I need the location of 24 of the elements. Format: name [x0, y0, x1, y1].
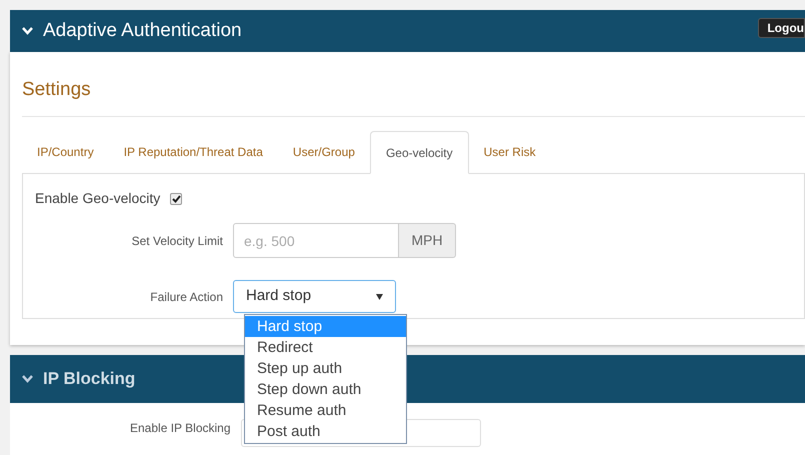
field-label: Set Velocity Limit [130, 232, 224, 250]
logout-button[interactable]: Logou [758, 18, 805, 38]
dropdown-option[interactable]: Redirect [245, 337, 406, 358]
unit-addon: MPH [399, 223, 456, 258]
checkbox[interactable] [170, 192, 182, 204]
section-title: IP Blocking [43, 368, 136, 390]
section-title: Adaptive Authentication [43, 18, 242, 43]
settings-title: Settings [22, 78, 92, 102]
tab[interactable]: Geo-velocity [370, 131, 469, 174]
dropdown-arrow-icon [376, 294, 383, 300]
tab[interactable]: IP/Country [22, 130, 109, 173]
dropdown-option[interactable]: Resume auth [245, 400, 406, 421]
dropdown-option[interactable]: Post auth [245, 421, 406, 442]
failure-action-select[interactable]: Hard stop [233, 280, 396, 313]
tab[interactable]: User/Group [278, 130, 370, 173]
chevron-icon[interactable] [22, 375, 33, 383]
dropdown-option[interactable]: Step down auth [245, 379, 406, 400]
field-label: Failure Action [149, 288, 224, 306]
field-label: Enable IP Blocking [130, 420, 231, 435]
dropdown-option[interactable]: Step up auth [245, 358, 406, 379]
tab[interactable]: IP Reputation/Threat Data [108, 130, 278, 173]
tab[interactable]: User Risk [468, 130, 551, 173]
velocity-input[interactable]: e.g. 500 [233, 223, 399, 258]
field-label: Enable Geo-velocity [35, 189, 160, 208]
